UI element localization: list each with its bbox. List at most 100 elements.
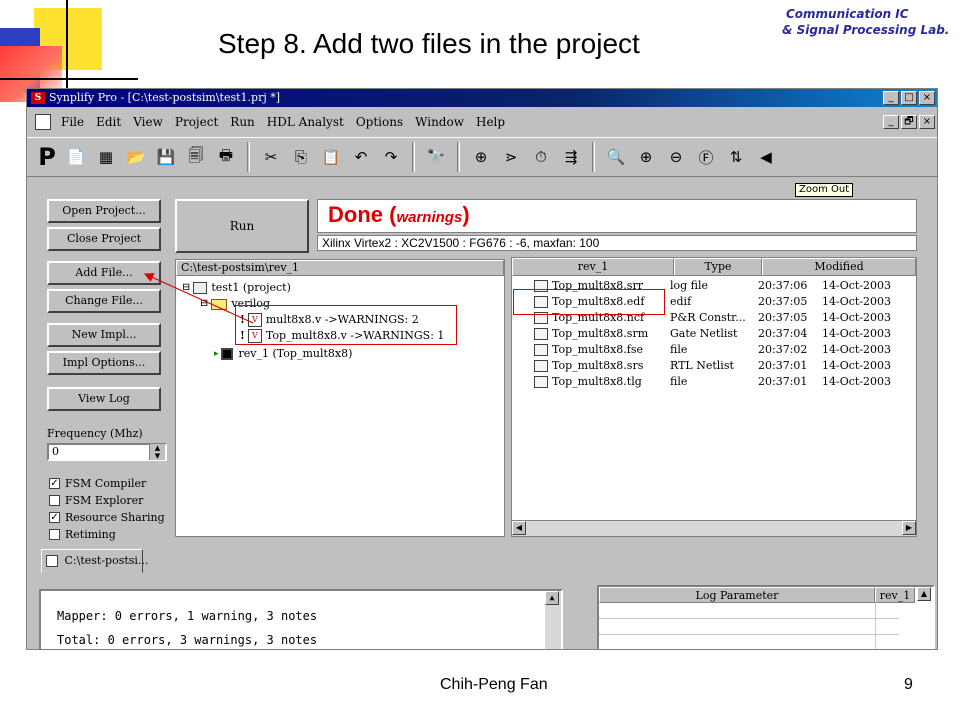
maximize-button[interactable]: □: [901, 91, 917, 105]
cut-icon[interactable]: ✂: [258, 144, 284, 170]
menu-file[interactable]: File: [61, 115, 84, 129]
push-icon[interactable]: ⇅: [723, 144, 749, 170]
menu-options[interactable]: Options: [356, 115, 403, 129]
menu-bar: File Edit View Project Run HDL Analyst O…: [27, 109, 937, 135]
close-project-button[interactable]: Close Project: [47, 227, 161, 251]
menu-help[interactable]: Help: [476, 115, 505, 129]
open-project-button[interactable]: Open Project...: [47, 199, 161, 223]
minimize-button[interactable]: _: [883, 91, 899, 105]
project-tab-icon: [46, 555, 58, 567]
fsm-compiler-checkbox[interactable]: ✓: [49, 477, 60, 489]
doc-restore-button[interactable]: 🗗: [901, 115, 917, 129]
back-icon[interactable]: ◀: [753, 144, 779, 170]
retiming-option[interactable]: Retiming: [49, 526, 116, 542]
table-cell: 14-Oct-2003: [822, 375, 892, 388]
retiming-checkbox[interactable]: [49, 528, 60, 540]
project-tab[interactable]: C:\test-postsi...: [41, 549, 148, 573]
table-cell: 14-Oct-2003: [822, 327, 892, 340]
table-row[interactable]: Top_mult8x8.fse file 20:37:02 14-Oct-2003: [516, 342, 902, 358]
view-log-button[interactable]: View Log: [47, 387, 161, 411]
new-impl-button[interactable]: New Impl...: [47, 323, 161, 347]
save-all-icon[interactable]: 🗐: [183, 144, 209, 170]
collapse-icon[interactable]: ⊟: [200, 296, 208, 312]
scroll-up-icon[interactable]: ▲: [545, 591, 559, 605]
column-modified[interactable]: Modified: [762, 258, 916, 276]
log-vertical-scrollbar[interactable]: ▲: [545, 591, 561, 649]
collapse-icon[interactable]: ⊟: [182, 280, 190, 296]
scroll-left-icon[interactable]: ◀: [512, 521, 526, 535]
change-file-button[interactable]: Change File...: [47, 289, 161, 313]
project-p-button[interactable]: P: [35, 143, 59, 171]
frequency-spinner[interactable]: ▲ ▼: [149, 444, 165, 460]
resource-sharing-checkbox[interactable]: ✓: [49, 511, 60, 523]
menu-run[interactable]: Run: [230, 115, 255, 129]
toolbar-separator: [247, 142, 250, 172]
horizontal-scrollbar[interactable]: ◀ ▶: [512, 520, 916, 536]
document-icon[interactable]: [35, 114, 51, 130]
param-separator: [875, 603, 876, 649]
menu-window[interactable]: Window: [415, 115, 464, 129]
slide-title: Step 8. Add two files in the project: [218, 28, 640, 59]
add-file-button[interactable]: Add File...: [47, 261, 161, 285]
done-status: Done (warnings): [328, 202, 470, 227]
menu-view[interactable]: View: [133, 115, 163, 129]
scroll-right-icon[interactable]: ▶: [902, 521, 916, 535]
project-tree-pane: C:\test-postsim\rev_1 ⊟ test1 (project) …: [175, 259, 505, 537]
undo-icon[interactable]: ↶: [348, 144, 374, 170]
copy-icon[interactable]: ⎘: [288, 144, 314, 170]
close-button[interactable]: ×: [919, 91, 935, 105]
table-row[interactable]: Top_mult8x8.srs RTL Netlist 20:37:01 14-Oct…: [516, 358, 902, 374]
tree-impl-node[interactable]: ▸ rev_1 (Top_mult8x8): [214, 346, 352, 362]
redo-icon[interactable]: ↷: [378, 144, 404, 170]
print-icon[interactable]: 🖶: [213, 144, 239, 170]
table-cell: log file: [670, 279, 709, 292]
doc-close-button[interactable]: ×: [919, 115, 935, 129]
table-cell: edif: [670, 295, 692, 308]
synplify-app-icon: S: [31, 92, 45, 104]
impl-options-button[interactable]: Impl Options...: [47, 351, 161, 375]
menu-project[interactable]: Project: [175, 115, 218, 129]
column-rev[interactable]: rev_1: [512, 258, 674, 276]
grid-icon[interactable]: ▦: [93, 144, 119, 170]
tree-header: C:\test-postsim\rev_1: [176, 260, 504, 276]
zoom-fit-icon[interactable]: Ⓕ: [693, 144, 719, 170]
fsm-explorer-checkbox[interactable]: [49, 494, 60, 506]
menu-edit[interactable]: Edit: [96, 115, 121, 129]
scroll-up-icon[interactable]: ▲: [917, 587, 931, 601]
zoom-in-icon[interactable]: ⊕: [633, 144, 659, 170]
menu-hdl-analyst[interactable]: HDL Analyst: [267, 115, 344, 129]
toolbar-separator: [457, 142, 460, 172]
done-label: Done: [328, 202, 383, 227]
fsm-icon[interactable]: ⇶: [558, 144, 584, 170]
table-cell: 14-Oct-2003: [822, 295, 892, 308]
column-log-parameter[interactable]: Log Parameter: [599, 587, 875, 603]
hdl-file-icon[interactable]: 📄: [63, 144, 89, 170]
tree-project-node[interactable]: ⊟ test1 (project): [182, 280, 291, 296]
resource-sharing-option[interactable]: ✓ Resource Sharing: [49, 509, 165, 525]
table-cell: RTL Netlist: [670, 359, 734, 372]
table-row[interactable]: Top_mult8x8.tlg file 20:37:01 14-Oct-2003: [516, 374, 902, 390]
open-folder-icon[interactable]: 📂: [123, 144, 149, 170]
run-button[interactable]: Run: [175, 199, 309, 253]
table-cell: P&R Constr...: [670, 311, 746, 324]
zoom-icon[interactable]: 🔍: [603, 144, 629, 170]
paste-icon[interactable]: 📋: [318, 144, 344, 170]
param-grid: [599, 603, 899, 649]
table-row[interactable]: Top_mult8x8.srm Gate Netlist 20:37:04 14-Oc…: [516, 326, 902, 342]
project-label: test1 (project): [211, 281, 291, 294]
find-icon[interactable]: 🔭: [423, 144, 449, 170]
add-icon[interactable]: ⊕: [468, 144, 494, 170]
column-type[interactable]: Type: [674, 258, 762, 276]
save-icon[interactable]: 💾: [153, 144, 179, 170]
list-header: rev_1 Type Modified: [512, 258, 916, 276]
timer-icon[interactable]: ⏱: [528, 144, 554, 170]
window-title: Synplify Pro - [C:\test-postsim\test1.pr…: [49, 91, 281, 104]
doc-minimize-button[interactable]: _: [883, 115, 899, 129]
rtl-view-icon[interactable]: ⋗: [498, 144, 524, 170]
project-icon: [193, 282, 208, 294]
fsm-explorer-option[interactable]: FSM Explorer: [49, 492, 143, 508]
fsm-compiler-option[interactable]: ✓ FSM Compiler: [49, 475, 146, 491]
column-rev1[interactable]: rev_1: [875, 587, 915, 603]
zoom-out-icon[interactable]: ⊖: [663, 144, 689, 170]
file-icon: [534, 360, 548, 372]
